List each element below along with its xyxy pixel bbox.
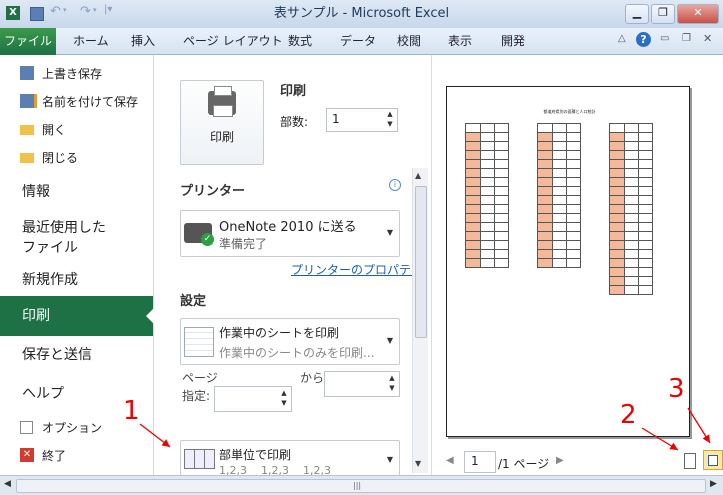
annotation-arrow-3 xyxy=(687,407,711,444)
annotation-arrows xyxy=(139,407,711,451)
annotation-arrow-1 xyxy=(139,423,171,448)
annotation-arrow-2 xyxy=(641,427,679,451)
